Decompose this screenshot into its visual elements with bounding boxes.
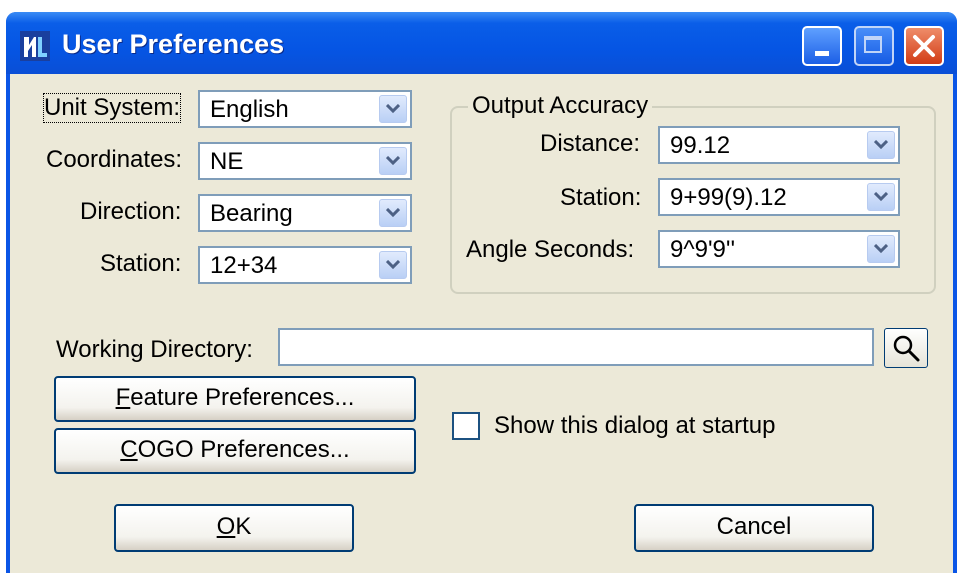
- cogo-preferences-label: COGO Preferences...: [120, 430, 349, 470]
- maximize-icon: [864, 36, 882, 53]
- cancel-button[interactable]: Cancel: [634, 504, 874, 552]
- distance-dropdown-arrow[interactable]: [867, 131, 895, 159]
- accuracy-station-select[interactable]: 9+99(9).12: [658, 178, 900, 216]
- chevron-down-icon: [386, 156, 400, 166]
- station-label: Station:: [100, 250, 182, 277]
- distance-select[interactable]: 99.12: [658, 126, 900, 164]
- unit-system-dropdown-arrow[interactable]: [379, 95, 407, 123]
- chevron-down-icon: [386, 104, 400, 114]
- coordinates-select[interactable]: NE: [198, 142, 412, 180]
- chevron-down-icon: [874, 192, 888, 202]
- angle-seconds-select[interactable]: 9^9'9'': [658, 230, 900, 268]
- station-dropdown-arrow[interactable]: [379, 251, 407, 279]
- accuracy-station-dropdown-arrow[interactable]: [867, 183, 895, 211]
- chevron-down-icon: [874, 244, 888, 254]
- feature-preferences-label: Feature Preferences...: [116, 378, 355, 418]
- cogo-preferences-mnemonic: C: [120, 436, 138, 463]
- accuracy-station-label: Station:: [560, 184, 642, 211]
- direction-label: Direction:: [80, 198, 182, 225]
- unit-system-value: English: [210, 96, 289, 123]
- close-button[interactable]: [904, 26, 944, 66]
- ok-text: K: [235, 513, 252, 540]
- dialog-body: Unit System: English Coordinates: NE Dir…: [10, 74, 953, 573]
- cogo-preferences-button[interactable]: COGO Preferences...: [54, 428, 416, 474]
- user-preferences-window: User Preferences Unit System: English Co…: [6, 12, 957, 573]
- ok-mnemonic: O: [216, 513, 236, 540]
- ok-button[interactable]: OK: [114, 504, 354, 552]
- maximize-button[interactable]: [854, 26, 894, 66]
- minimize-icon: [815, 51, 829, 56]
- cogo-preferences-text: OGO Preferences...: [137, 436, 350, 463]
- unit-system-select[interactable]: English: [198, 90, 412, 128]
- browse-directory-button[interactable]: [884, 328, 928, 368]
- angle-seconds-value: 9^9'9'': [670, 236, 736, 263]
- working-directory-label: Working Directory:: [56, 336, 253, 363]
- chevron-down-icon: [386, 260, 400, 270]
- chevron-down-icon: [386, 208, 400, 218]
- output-accuracy-title: Output Accuracy: [468, 92, 653, 120]
- accuracy-station-value: 9+99(9).12: [670, 184, 787, 211]
- feature-preferences-button[interactable]: Feature Preferences...: [54, 376, 416, 422]
- coordinates-label: Coordinates:: [46, 146, 183, 173]
- show-at-startup-label[interactable]: Show this dialog at startup: [494, 412, 776, 440]
- coordinates-value: NE: [210, 148, 244, 175]
- ok-label: OK: [217, 506, 252, 548]
- feature-preferences-mnemonic: F: [115, 384, 131, 411]
- direction-value: Bearing: [210, 200, 293, 227]
- coordinates-dropdown-arrow[interactable]: [379, 147, 407, 175]
- station-value: 12+34: [210, 252, 278, 279]
- app-icon: [20, 31, 50, 61]
- angle-seconds-dropdown-arrow[interactable]: [867, 235, 895, 263]
- title-bar[interactable]: User Preferences: [6, 12, 957, 74]
- cancel-label: Cancel: [716, 513, 792, 540]
- station-select[interactable]: 12+34: [198, 246, 412, 284]
- distance-value: 99.12: [670, 132, 731, 159]
- close-icon: [913, 35, 935, 57]
- show-at-startup-checkbox[interactable]: [452, 412, 480, 440]
- window-title: User Preferences: [62, 29, 285, 59]
- search-icon: [893, 335, 920, 362]
- angle-seconds-label: Angle Seconds:: [466, 236, 635, 263]
- chevron-down-icon: [874, 140, 888, 150]
- direction-select[interactable]: Bearing: [198, 194, 412, 232]
- distance-label: Distance:: [540, 130, 641, 157]
- unit-system-label: Unit System:: [42, 93, 182, 123]
- working-directory-input[interactable]: [278, 328, 874, 366]
- minimize-button[interactable]: [802, 26, 842, 66]
- feature-preferences-text: eature Preferences...: [130, 384, 355, 411]
- direction-dropdown-arrow[interactable]: [379, 199, 407, 227]
